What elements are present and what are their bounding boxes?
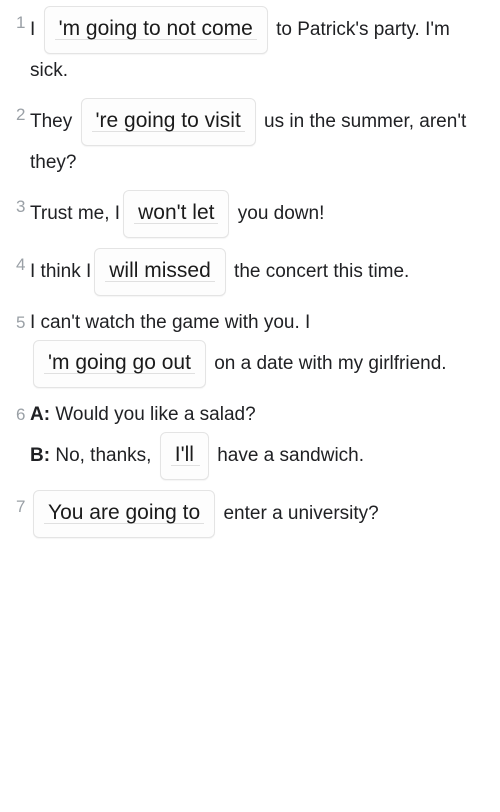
question-item-3: 3 Trust me, I won't let you down! — [8, 190, 492, 238]
question-number: 6 — [16, 405, 26, 424]
answer-value: You are going to — [48, 500, 201, 524]
question-item-4: 4 I think I will missed the concert this … — [8, 248, 492, 296]
question-item-7: 7 You are going to enter a university? — [8, 490, 492, 538]
answer-value: 'm going to not come — [58, 16, 253, 40]
question-body: A: Would you like a salad? B: No, thanks… — [30, 398, 492, 480]
question-text-after: on a date with my girlfriend. — [208, 353, 447, 375]
question-text-after: you down! — [232, 203, 325, 225]
question-body: I 'm going to not come to Patrick's part… — [30, 6, 492, 88]
exercise-sheet: 1 I 'm going to not come to Patrick's pa… — [0, 0, 500, 538]
question-text-before: I can't watch the game with you. I — [30, 312, 316, 333]
question-number: 3 — [16, 197, 26, 216]
question-text-after: the concert this time. — [228, 261, 410, 283]
question-text-before: No, thanks, — [50, 445, 157, 467]
question-number: 1 — [16, 13, 26, 32]
dialogue-line-b: B: No, thanks, I'll have a sandwich. — [30, 432, 488, 480]
question-item-5: 5 I can't watch the game with you. I 'm … — [8, 306, 492, 388]
answer-input-4[interactable]: will missed — [94, 248, 226, 296]
question-number: 4 — [16, 255, 26, 274]
question-number: 2 — [16, 105, 26, 124]
speaker-label-a: A: — [30, 404, 51, 425]
question-text-before: Trust me, I — [30, 203, 121, 225]
question-text-before: I think I — [30, 261, 92, 283]
question-item-1: 1 I 'm going to not come to Patrick's pa… — [8, 6, 492, 88]
dialogue-text-a: Would you like a salad? — [50, 404, 256, 425]
question-text-after: have a sandwich. — [211, 445, 365, 467]
question-text-before: I — [30, 19, 41, 41]
question-body: I think I will missed the concert this ti… — [30, 248, 492, 296]
answer-input-1[interactable]: 'm going to not come — [43, 6, 268, 54]
answer-value: will missed — [109, 258, 211, 282]
question-text-after: enter a university? — [218, 503, 379, 525]
answer-input-5[interactable]: 'm going go out — [33, 340, 206, 388]
question-number: 7 — [16, 497, 26, 516]
question-body: I can't watch the game with you. I 'm go… — [30, 306, 492, 388]
answer-value: won't let — [138, 200, 215, 224]
answer-value: 'm going go out — [48, 350, 191, 374]
answer-input-7[interactable]: You are going to — [33, 490, 216, 538]
question-item-6: 6 A: Would you like a salad? B: No, than… — [8, 398, 492, 480]
answer-input-2[interactable]: 're going to visit — [80, 98, 256, 146]
question-body: They 're going to visit us in the summer… — [30, 98, 492, 180]
speaker-label-b: B: — [30, 445, 51, 467]
answer-value: 're going to visit — [95, 108, 241, 132]
question-body: You are going to enter a university? — [30, 490, 492, 538]
answer-input-3[interactable]: won't let — [123, 190, 230, 238]
answer-value: I'll — [174, 442, 194, 466]
question-body: Trust me, I won't let you down! — [30, 190, 492, 238]
question-item-2: 2 They 're going to visit us in the summ… — [8, 98, 492, 180]
answer-input-6[interactable]: I'll — [159, 432, 209, 480]
dialogue-line-a: A: Would you like a salad? — [30, 398, 488, 432]
question-number: 5 — [16, 313, 26, 332]
question-text-before: They — [30, 111, 78, 133]
